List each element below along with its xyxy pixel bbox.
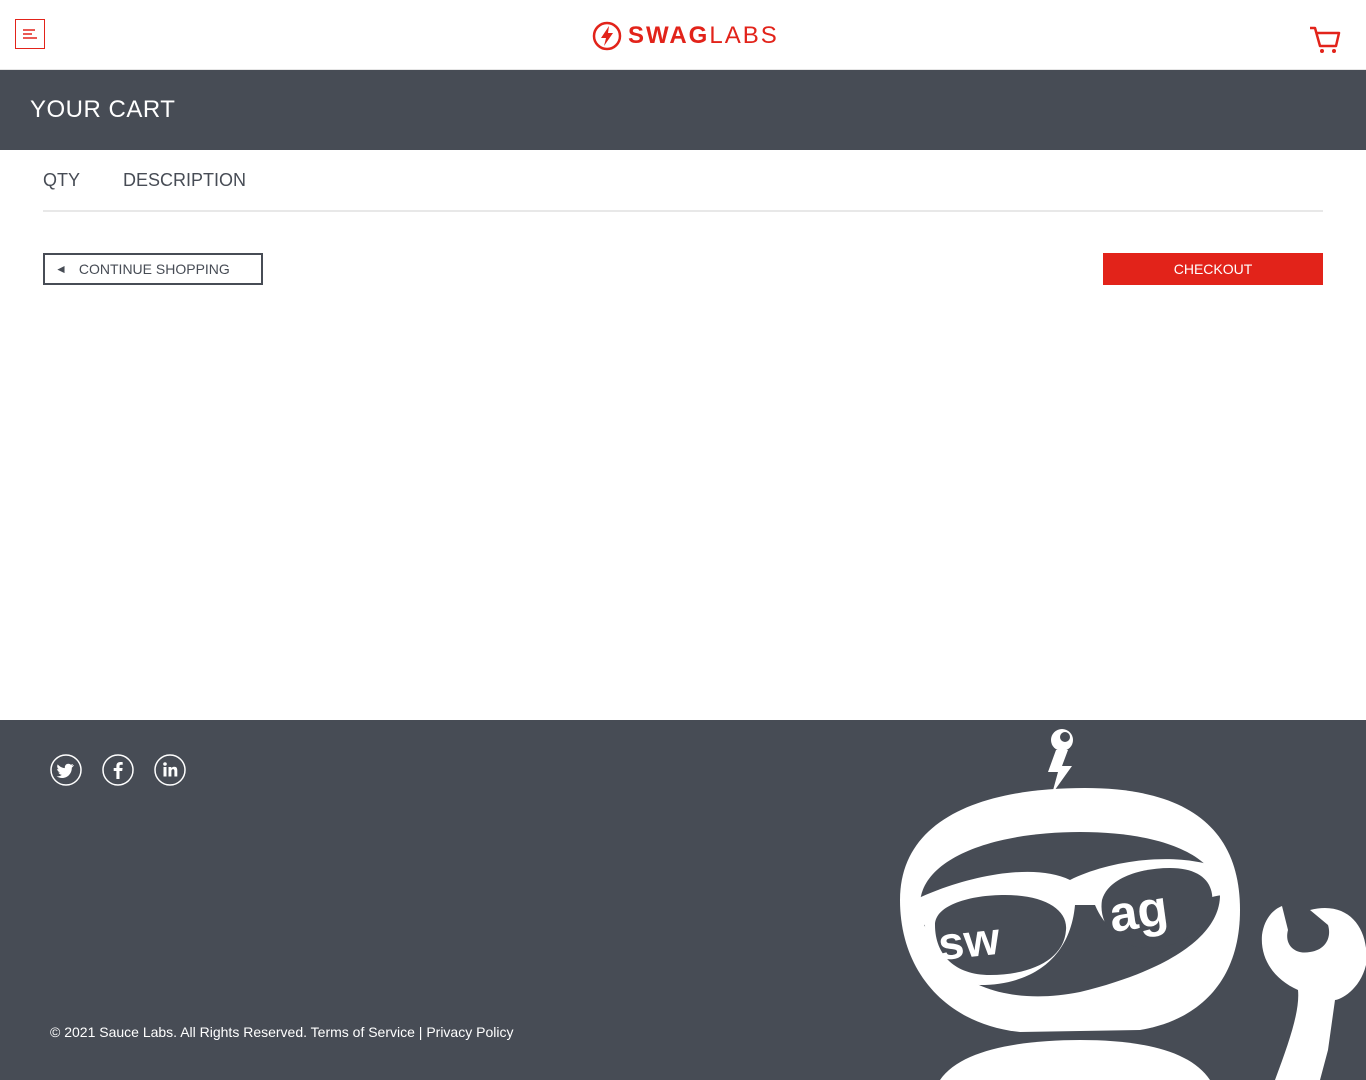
footer-copyright: © 2021 Sauce Labs. All Rights Reserved. … — [50, 1024, 514, 1040]
menu-icon — [23, 29, 37, 39]
page-title: YOUR CART — [30, 96, 176, 123]
twitter-link[interactable] — [50, 754, 82, 786]
facebook-icon — [102, 754, 134, 786]
cart-list-header: QTY DESCRIPTION — [43, 150, 1323, 212]
back-arrow-icon: ◄ — [55, 262, 67, 276]
linkedin-icon — [154, 754, 186, 786]
subheader: YOUR CART — [0, 70, 1366, 150]
description-column-label: DESCRIPTION — [123, 170, 247, 190]
svg-text:sw: sw — [936, 912, 1003, 970]
continue-shopping-label: CONTINUE SHOPPING — [78, 261, 230, 277]
linkedin-link[interactable] — [154, 754, 186, 786]
twitter-icon — [50, 754, 82, 786]
svg-text:ag: ag — [1106, 879, 1172, 943]
app-logo: SWAGLABS — [592, 20, 779, 52]
logo-text: SWAGLABS — [628, 22, 779, 49]
qty-column-label: QTY — [43, 170, 81, 190]
swag-robot-illustration: sw ag — [900, 729, 1366, 1080]
continue-shopping-button[interactable]: ◄ CONTINUE SHOPPING — [43, 253, 263, 285]
menu-button[interactable] — [15, 19, 45, 49]
facebook-link[interactable] — [102, 754, 134, 786]
primary-header: SWAGLABS — [0, 0, 1366, 70]
checkout-label: CHECKOUT — [1173, 261, 1253, 277]
bolt-logo-icon — [592, 21, 622, 51]
shopping-cart-link[interactable] — [1308, 24, 1342, 56]
checkout-button[interactable]: CHECKOUT — [1103, 253, 1323, 285]
cart-icon — [1310, 26, 1341, 53]
footer: sw ag © 2021 Sauce Labs. All Rights Rese… — [0, 720, 1366, 1080]
